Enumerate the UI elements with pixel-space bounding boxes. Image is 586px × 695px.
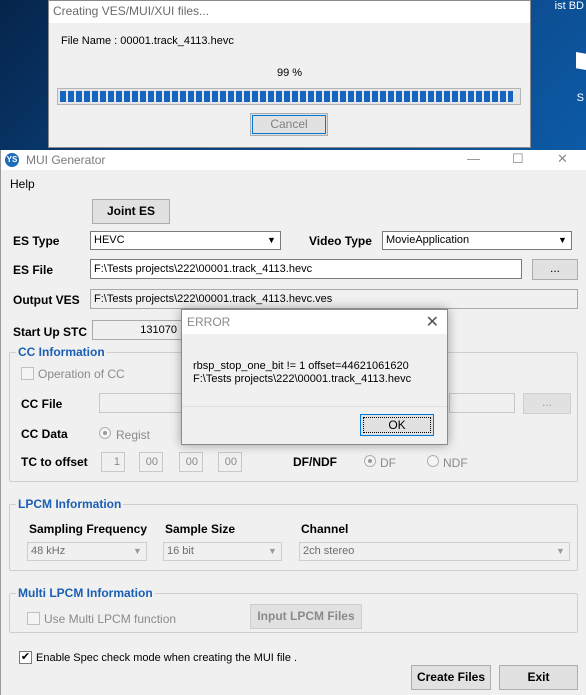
ok-button[interactable]: OK (360, 414, 434, 436)
joint-es-button[interactable]: Joint ES (92, 199, 170, 224)
start-up-stc-label: Start Up STC (13, 325, 88, 339)
error-dialog-footer: OK (182, 406, 447, 444)
chevron-down-icon: ▼ (267, 235, 276, 245)
spec-check-label: Enable Spec check mode when creating the… (36, 652, 298, 664)
exit-button[interactable]: Exit (499, 665, 578, 690)
lpcm-information-title: LPCM Information (16, 497, 124, 511)
operation-of-cc-label: Operation of CC (38, 367, 125, 381)
output-ves-input[interactable]: F:\Tests projects\222\00001.track_4113.h… (90, 289, 578, 309)
tc-second-input[interactable]: 00 (179, 452, 203, 472)
multi-lpcm-title: Multi LPCM Information (16, 586, 155, 600)
maximize-icon[interactable]: ☐ (512, 151, 524, 167)
start-up-stc-input[interactable]: 131070 (92, 320, 182, 340)
title-bar: YS MUI Generator — ☐ ✕ (1, 150, 586, 170)
cc-file-input[interactable] (99, 393, 183, 413)
desktop-label: ist BD (554, 0, 584, 12)
es-type-value: HEVC (94, 234, 125, 246)
video-type-value: MovieApplication (386, 234, 470, 246)
radio-dot (368, 459, 372, 463)
es-type-select[interactable]: HEVC ▼ (90, 231, 281, 250)
window-title: MUI Generator (26, 153, 106, 167)
channel-label: Channel (301, 522, 349, 536)
error-message: rbsp_stop_one_bit != 1 offset=4462106162… (193, 360, 411, 386)
df-label: DF (380, 456, 396, 470)
error-dialog: ERROR ✕ rbsp_stop_one_bit != 1 offset=44… (181, 309, 448, 445)
ndf-radio[interactable] (427, 455, 439, 467)
output-ves-label: Output VES (13, 293, 80, 307)
cc-information-title: CC Information (16, 345, 107, 359)
cc-file-browse-button[interactable]: ... (523, 393, 571, 414)
app-logo-icon: YS (5, 153, 19, 167)
chevron-down-icon: ▼ (268, 546, 277, 556)
es-file-input[interactable]: F:\Tests projects\222\00001.track_4113.h… (90, 259, 522, 279)
sampling-frequency-select[interactable]: 48 kHz ▼ (27, 542, 147, 561)
video-type-select[interactable]: MovieApplication ▼ (382, 231, 572, 250)
progress-window-title: Creating VES/MUI/XUI files... (49, 1, 530, 23)
close-icon[interactable]: ✕ (557, 151, 568, 167)
input-lpcm-files-button[interactable]: Input LPCM Files (250, 604, 362, 629)
progress-window: Creating VES/MUI/XUI files... File Name … (48, 0, 531, 148)
error-message-line-2: F:\Tests projects\222\00001.track_4113.h… (193, 373, 412, 385)
sample-size-value: 16 bit (167, 545, 194, 557)
cc-file-input-end (449, 393, 515, 413)
progress-file-name: File Name : 00001.track_4113.hevc (61, 35, 234, 47)
sample-size-select[interactable]: 16 bit ▼ (163, 542, 282, 561)
spec-check-checkbox[interactable]: ✔ (19, 651, 32, 664)
menu-help[interactable]: Help (10, 177, 35, 191)
use-multi-lpcm-label: Use Multi LPCM function (44, 612, 177, 626)
tc-minute-input[interactable]: 00 (139, 452, 163, 472)
radio-dot (103, 431, 107, 435)
progress-bar-fill (60, 91, 514, 102)
tc-offset-label: TC to offset (21, 455, 88, 469)
ndf-label: NDF (443, 456, 468, 470)
channel-select[interactable]: 2ch stereo ▼ (299, 542, 570, 561)
chevron-down-icon: ▼ (556, 546, 565, 556)
tc-frame-input[interactable]: 00 (218, 452, 242, 472)
chevron-down-icon: ▼ (133, 546, 142, 556)
cancel-button[interactable]: Cancel (250, 113, 328, 136)
regist-radio[interactable] (99, 427, 111, 439)
error-dialog-title: ERROR (187, 315, 231, 329)
use-multi-lpcm-checkbox[interactable] (27, 612, 40, 625)
sampling-frequency-value: 48 kHz (31, 545, 66, 557)
regist-label: Regist (116, 428, 151, 442)
close-icon[interactable]: ✕ (426, 312, 439, 332)
es-type-label: ES Type (13, 234, 60, 248)
es-file-label: ES File (13, 263, 54, 277)
progress-bar (57, 88, 521, 105)
desktop-label-2: S (576, 92, 584, 104)
minimize-icon[interactable]: — (467, 151, 480, 166)
cc-data-label: CC Data (21, 427, 68, 441)
channel-value: 2ch stereo (303, 545, 355, 557)
df-ndf-label: DF/NDF (293, 455, 337, 469)
sample-size-label: Sample Size (165, 522, 236, 536)
progress-percent: 99 % (276, 67, 303, 79)
error-message-line-1: rbsp_stop_one_bit != 1 offset=4462106162… (193, 360, 409, 372)
df-radio[interactable] (364, 455, 376, 467)
create-files-button[interactable]: Create Files (411, 665, 491, 690)
chevron-down-icon: ▼ (558, 235, 567, 245)
video-type-label: Video Type (309, 234, 372, 248)
desktop-shortcut-icon[interactable] (576, 52, 586, 70)
operation-of-cc-checkbox[interactable] (21, 367, 34, 380)
cc-file-label: CC File (21, 397, 63, 411)
sampling-frequency-label: Sampling Frequency (29, 522, 148, 536)
tc-hour-input[interactable]: 1 (101, 452, 125, 472)
error-dialog-title-bar: ERROR ✕ (182, 310, 447, 334)
es-file-browse-button[interactable]: ... (532, 259, 578, 280)
